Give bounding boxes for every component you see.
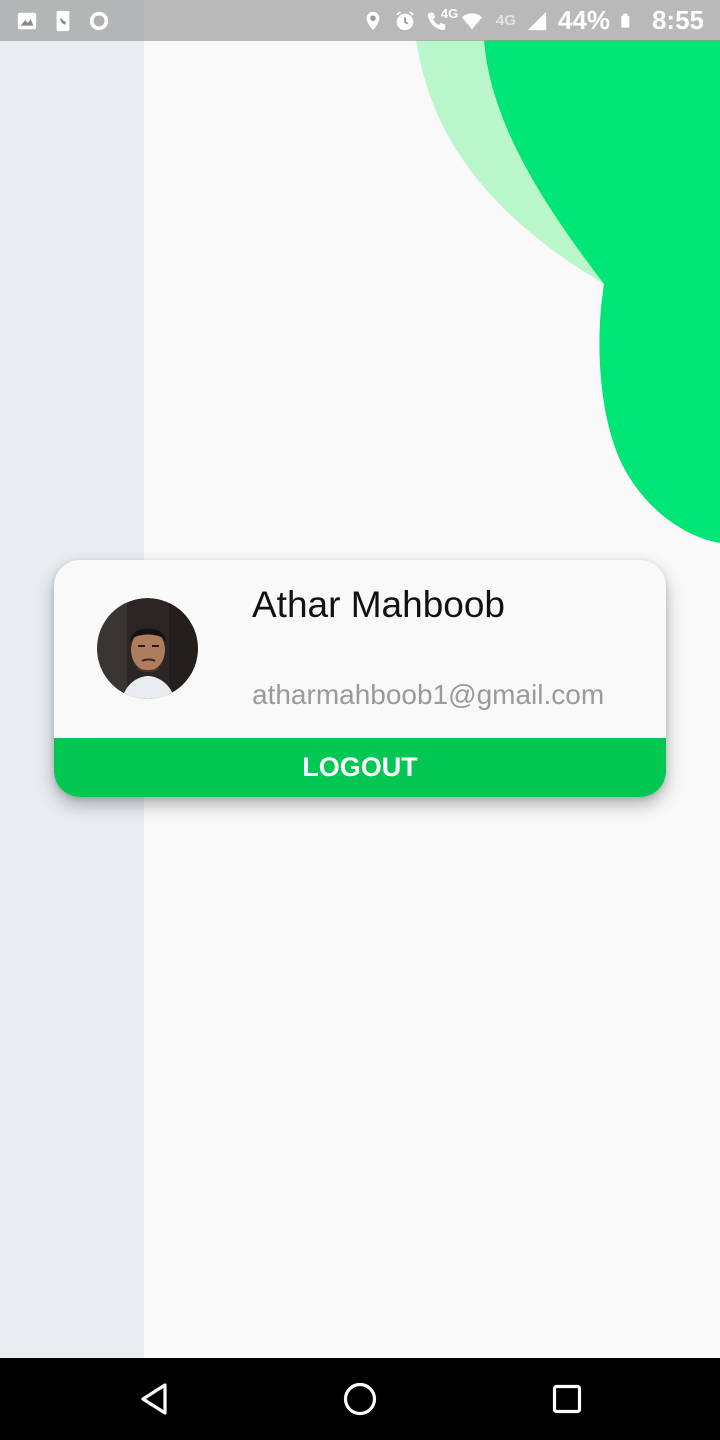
alarm-icon [396, 10, 414, 30]
battery-percent: 44% [557, 5, 610, 35]
status-time: 8:55 [651, 5, 704, 35]
recents-button[interactable] [517, 1358, 617, 1440]
wifi-call-group: 4G [426, 6, 458, 32]
home-icon [343, 1382, 377, 1416]
home-button[interactable] [310, 1358, 410, 1440]
avatar [97, 598, 198, 699]
user-name: Athar Mahboob [252, 584, 506, 625]
back-button[interactable] [104, 1358, 204, 1440]
image-icon [17, 12, 37, 29]
user-email: atharmahboob1@gmail.com [252, 679, 605, 710]
status-left-icons [16, 10, 110, 32]
navigation-bar [0, 1358, 720, 1440]
battery-icon [621, 13, 630, 28]
location-icon [366, 11, 380, 30]
recents-icon [552, 1384, 582, 1414]
wifi-call-4g-label: 4G [440, 5, 459, 21]
network-type-label: 4G [495, 12, 516, 29]
signal-icon [527, 11, 547, 30]
status-right-icons: 4G 4G 44% 8:55 [362, 5, 704, 36]
app-screen: 4G 4G 44% 8:55 Athar Mahboob atharmahboo… [0, 0, 720, 1440]
record-icon [89, 11, 109, 30]
decorative-blobs [416, 40, 720, 543]
status-bar: 4G 4G 44% 8:55 [0, 0, 720, 41]
logout-button[interactable]: LOGOUT [54, 738, 666, 797]
phone-icon [56, 10, 70, 31]
profile-card: Athar Mahboob atharmahboob1@gmail.com LO… [54, 560, 666, 797]
back-icon [141, 1383, 167, 1415]
green-blob [484, 40, 720, 543]
wifi-icon [461, 12, 482, 29]
